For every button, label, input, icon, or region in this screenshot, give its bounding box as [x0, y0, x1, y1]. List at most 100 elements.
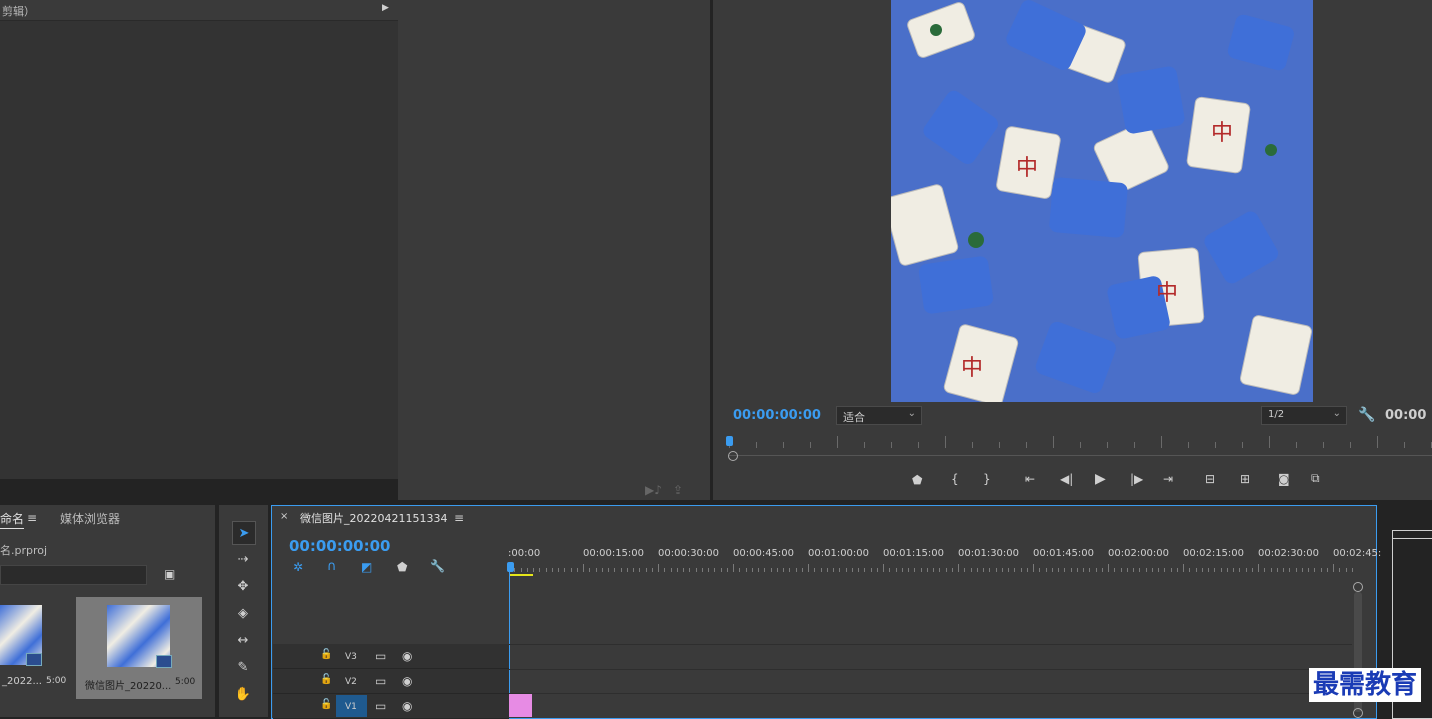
film-icon[interactable]: ▭	[375, 650, 386, 662]
film-icon[interactable]: ▭	[375, 700, 386, 712]
mark-out-icon[interactable]: }	[983, 473, 991, 485]
ruler-tick	[958, 564, 959, 572]
ruler-tick	[595, 568, 597, 572]
track-v1[interactable]	[273, 694, 509, 719]
ruler-tick	[808, 564, 809, 572]
track-v3[interactable]	[273, 644, 509, 669]
ruler-tick	[1064, 568, 1066, 572]
ruler-tick	[620, 568, 622, 572]
ruler-tick	[876, 568, 878, 572]
ruler-tick	[1126, 568, 1128, 572]
mark-in-icon[interactable]: {	[951, 473, 959, 485]
hand-tool-icon[interactable]: ✋	[232, 683, 254, 705]
add-marker-icon[interactable]: ⬟	[397, 561, 407, 573]
chevron-down-icon: ⌄	[1332, 408, 1341, 419]
snap-magnet-icon[interactable]: ∩	[327, 560, 337, 573]
work-area-bar[interactable]	[509, 574, 533, 576]
play-icon[interactable]: ▶	[1095, 472, 1106, 486]
lock-icon[interactable]: 🔓	[320, 650, 332, 660]
eye-icon[interactable]: ◉	[402, 700, 412, 712]
ruler-tick	[789, 568, 791, 572]
close-icon[interactable]: ×	[280, 512, 288, 522]
selection-tool-icon[interactable]: ➤	[232, 521, 256, 545]
program-scrub-ruler[interactable]	[729, 436, 1432, 458]
video-clip[interactable]	[509, 694, 532, 717]
add-marker-icon[interactable]: ⬟	[912, 474, 922, 486]
ruler-tick	[1189, 568, 1191, 572]
project-file-name: 名.prproj	[0, 544, 48, 557]
ruler-tick	[1295, 568, 1297, 572]
go-to-out-icon[interactable]: ⇥	[1163, 473, 1173, 485]
scrollbar-handle-top[interactable]	[1353, 582, 1363, 592]
lock-icon[interactable]: 🔓	[320, 700, 332, 710]
lift-icon[interactable]: ⊟	[1205, 473, 1215, 485]
program-zoom-handle[interactable]	[728, 451, 738, 461]
timeline-timecode[interactable]: 00:00:00:00	[289, 537, 391, 555]
step-back-icon[interactable]: ◀|	[1060, 473, 1073, 485]
track-v2[interactable]	[273, 669, 509, 694]
ruler-tick-label: 00:02:00:00	[1108, 548, 1170, 559]
ruler-tick	[1351, 568, 1353, 572]
program-ruler-tick	[1134, 442, 1135, 448]
program-timecode[interactable]: 00:00:00:00	[733, 408, 821, 423]
wrench-icon[interactable]: 🔧	[1358, 408, 1375, 422]
ruler-tick	[795, 568, 797, 572]
pen-tool-icon[interactable]: ✎	[232, 656, 254, 678]
ruler-tick	[1326, 568, 1328, 572]
program-ruler-tick	[1242, 442, 1243, 448]
ruler-tick	[1251, 568, 1253, 572]
track-select-tool-icon[interactable]: ⇢	[232, 548, 254, 570]
ruler-tick	[845, 568, 847, 572]
panel-menu-arrow-icon[interactable]: ▶	[382, 4, 389, 13]
ruler-tick	[870, 568, 872, 572]
tab-media-browser[interactable]: 媒体浏览器	[60, 510, 120, 527]
linked-selection-icon[interactable]: ◩	[361, 561, 372, 573]
eye-icon[interactable]: ◉	[402, 650, 412, 662]
go-to-in-icon[interactable]: ⇤	[1025, 473, 1035, 485]
project-item-1[interactable]: _2022... 5:00	[0, 597, 72, 697]
ruler-tick	[945, 568, 947, 572]
lock-icon[interactable]: 🔓	[320, 675, 332, 685]
extract-icon[interactable]: ⊞	[1240, 473, 1250, 485]
ruler-tick-label: 00:00:45:00	[733, 548, 795, 559]
ruler-tick	[1233, 568, 1234, 572]
camera-icon[interactable]: ◙	[1278, 473, 1290, 485]
razor-tool-icon[interactable]: ◈	[232, 602, 254, 624]
zoom-select[interactable]: 适合 ⌄	[836, 406, 922, 425]
source-panel-header	[0, 0, 398, 21]
wrench-icon[interactable]: 🔧	[430, 560, 445, 572]
film-icon[interactable]: ▭	[375, 675, 386, 687]
resolution-select[interactable]: 1/2 ⌄	[1261, 406, 1347, 425]
search-input[interactable]	[0, 565, 147, 585]
new-bin-icon[interactable]: ▣	[164, 568, 175, 580]
program-ruler-tick	[918, 442, 919, 448]
ripple-edit-tool-icon[interactable]: ✥	[232, 575, 254, 597]
nest-icon[interactable]: ✲	[293, 561, 303, 573]
hamburger-icon[interactable]: ≡	[454, 512, 464, 524]
ruler-tick	[1176, 568, 1178, 572]
compare-icon[interactable]: ⧉	[1311, 472, 1320, 484]
ruler-tick	[1145, 568, 1147, 572]
hamburger-icon[interactable]: ≡	[27, 512, 37, 524]
ruler-tick	[701, 568, 703, 572]
timeline-sequence-tab[interactable]: 微信图片_20220421151334	[300, 510, 447, 526]
tab-project[interactable]: 命名	[0, 510, 25, 529]
project-item-2[interactable]: 微信图片_20220... 5:00	[76, 597, 202, 699]
timeline-playhead[interactable]	[507, 562, 514, 572]
ruler-tick	[1033, 564, 1034, 572]
ruler-tick	[589, 568, 591, 572]
ruler-tick	[1164, 568, 1166, 572]
timeline-ruler[interactable]: :00:00 00:00:15:00 00:00:30:00 00:00:45:00 0…	[508, 546, 1381, 576]
slip-tool-icon[interactable]: ↔	[232, 629, 254, 651]
program-ruler-tick	[1107, 442, 1108, 448]
step-forward-icon[interactable]: |▶	[1130, 473, 1143, 485]
program-ruler-tick	[1377, 436, 1378, 448]
eye-icon[interactable]: ◉	[402, 675, 412, 687]
program-playhead[interactable]	[726, 436, 733, 446]
export-frame-icon[interactable]: ⇪	[673, 484, 683, 496]
track-name-v2: V2	[345, 677, 357, 687]
program-ruler-tick	[1026, 442, 1027, 448]
chevron-down-icon: ⌄	[907, 408, 916, 419]
ruler-tick	[1258, 564, 1259, 572]
export-audio-icon[interactable]: ▶♪	[645, 484, 662, 496]
